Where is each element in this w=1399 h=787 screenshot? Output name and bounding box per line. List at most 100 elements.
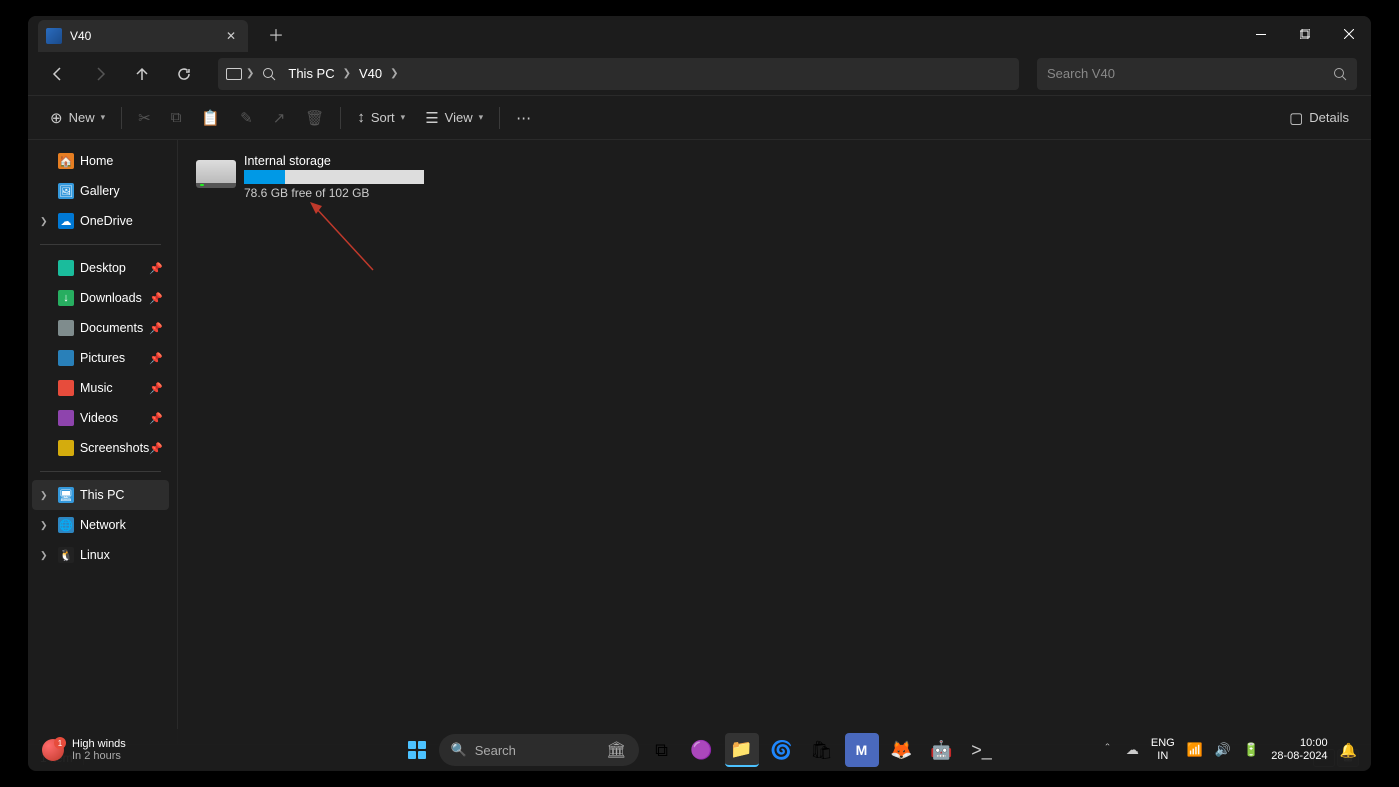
view-button[interactable]: ☰View▾ — [417, 102, 491, 134]
drive-free-text: 78.6 GB free of 102 GB — [244, 186, 448, 200]
breadcrumb-current[interactable]: V40 — [355, 64, 386, 83]
notifications-button[interactable]: 🔔 — [1340, 742, 1357, 759]
taskbar-terminal[interactable]: >_ — [965, 733, 999, 767]
copy-button[interactable]: ⧉ — [163, 102, 190, 134]
chevron-right-icon[interactable]: ❯ — [40, 520, 48, 531]
sidebar-item-videos[interactable]: Videos📌 — [32, 403, 169, 433]
sidebar-item-documents[interactable]: Documents📌 — [32, 313, 169, 343]
chevron-right-icon[interactable]: ❯ — [40, 490, 48, 501]
close-button[interactable] — [1327, 18, 1371, 50]
pin-icon: 📌 — [149, 442, 163, 455]
taskbar-search[interactable]: 🔍Search🏛 — [439, 734, 639, 766]
sidebar-item-onedrive[interactable]: ❯☁OneDrive — [32, 206, 169, 236]
new-button[interactable]: ⊕New▾ — [42, 102, 113, 134]
taskbar-explorer[interactable]: 📁 — [725, 733, 759, 767]
chevron-right-icon[interactable]: ❯ — [390, 68, 398, 79]
annotation-arrow — [308, 200, 388, 280]
sidebar-item-gallery[interactable]: 🖼Gallery — [32, 176, 169, 206]
weather-title: High winds — [72, 738, 126, 750]
cloud-icon: ☁ — [58, 213, 74, 229]
folder-icon — [58, 260, 74, 276]
paste-button[interactable]: 📋 — [193, 102, 228, 134]
share-icon: ↗ — [273, 109, 286, 127]
start-button[interactable] — [401, 734, 433, 766]
breadcrumb-this-pc[interactable]: This PC — [284, 64, 338, 83]
cut-icon: ✂ — [138, 109, 151, 127]
content-area[interactable]: Internal storage 78.6 GB free of 102 GB — [178, 140, 1371, 744]
details-pane-button[interactable]: ▢Details — [1281, 102, 1357, 134]
clock-button[interactable]: 10:0028-08-2024 — [1271, 737, 1327, 763]
weather-widget[interactable]: 1 High winds In 2 hours — [42, 738, 126, 762]
sort-icon: ↕ — [357, 109, 365, 126]
search-address-icon[interactable] — [258, 63, 280, 85]
weather-subtitle: In 2 hours — [72, 750, 126, 762]
sidebar-item-home[interactable]: 🏠Home — [32, 146, 169, 176]
drive-info: Internal storage 78.6 GB free of 102 GB — [244, 154, 448, 200]
sidebar-item-pictures[interactable]: Pictures📌 — [32, 343, 169, 373]
chevron-right-icon: ❯ — [246, 68, 254, 79]
taskbar-store[interactable]: 🛍 — [805, 733, 839, 767]
system-tray: ＾ ☁ ENGIN 📶 🔊 🔋 10:0028-08-2024 🔔 — [1101, 737, 1357, 763]
chevron-right-icon[interactable]: ❯ — [40, 550, 48, 561]
chevron-down-icon: ▾ — [401, 112, 406, 123]
window-controls — [1239, 18, 1371, 50]
sidebar-item-this-pc[interactable]: ❯🖥This PC — [32, 480, 169, 510]
refresh-button[interactable] — [168, 58, 200, 90]
nav-bar: ❯ This PC ❯ V40 ❯ — [28, 52, 1371, 96]
task-view-button[interactable]: ⧉ — [645, 733, 679, 767]
language-button[interactable]: ENGIN — [1151, 737, 1175, 763]
forward-button[interactable] — [84, 58, 116, 90]
sidebar: 🏠Home 🖼Gallery ❯☁OneDrive Desktop📌 ↓Down… — [28, 140, 178, 744]
sidebar-item-music[interactable]: Music📌 — [32, 373, 169, 403]
search-icon: 🔍 — [451, 742, 467, 758]
cut-button[interactable]: ✂ — [130, 102, 159, 134]
taskbar-edge[interactable]: 🌀 — [765, 733, 799, 767]
sidebar-item-network[interactable]: ❯🌐Network — [32, 510, 169, 540]
more-button[interactable]: ⋯ — [508, 102, 539, 134]
rename-icon: ✎ — [240, 109, 253, 127]
search-box[interactable] — [1037, 58, 1357, 90]
chevron-down-icon: ▾ — [101, 112, 106, 123]
view-icon: ☰ — [425, 109, 438, 127]
chevron-right-icon[interactable]: ❯ — [343, 68, 351, 79]
back-button[interactable] — [42, 58, 74, 90]
sidebar-item-downloads[interactable]: ↓Downloads📌 — [32, 283, 169, 313]
taskbar-firefox[interactable]: 🦊 — [885, 733, 919, 767]
search-input[interactable] — [1047, 66, 1333, 81]
rename-button[interactable]: ✎ — [232, 102, 261, 134]
minimize-button[interactable] — [1239, 18, 1283, 50]
copilot-button[interactable]: 🟣 — [685, 733, 719, 767]
tray-cloud-icon[interactable]: ☁ — [1126, 742, 1139, 758]
network-icon: 🌐 — [58, 517, 74, 533]
title-bar: V40 ✕ ＋ — [28, 16, 1371, 52]
tab-active[interactable]: V40 ✕ — [38, 20, 248, 52]
volume-icon[interactable]: 🔊 — [1215, 742, 1231, 758]
sidebar-item-desktop[interactable]: Desktop📌 — [32, 253, 169, 283]
search-icon[interactable] — [1333, 67, 1347, 81]
delete-button[interactable]: 🗑 — [297, 102, 332, 134]
tab-close-icon[interactable]: ✕ — [226, 29, 236, 43]
wifi-icon[interactable]: 📶 — [1187, 742, 1203, 758]
new-tab-button[interactable]: ＋ — [268, 22, 284, 46]
share-button[interactable]: ↗ — [265, 102, 294, 134]
sidebar-item-screenshots[interactable]: Screenshots📌 — [32, 433, 169, 463]
taskbar-app-m[interactable]: M — [845, 733, 879, 767]
taskbar: 1 High winds In 2 hours 🔍Search🏛 ⧉ 🟣 📁 🌀… — [28, 729, 1371, 771]
maximize-button[interactable] — [1283, 18, 1327, 50]
copy-icon: ⧉ — [171, 109, 182, 126]
drive-internal-storage[interactable]: Internal storage 78.6 GB free of 102 GB — [192, 150, 452, 204]
battery-icon[interactable]: 🔋 — [1243, 742, 1259, 758]
weather-badge: 1 — [54, 737, 66, 749]
sort-button[interactable]: ↕Sort▾ — [349, 102, 413, 134]
taskbar-app-robot[interactable]: 🤖 — [925, 733, 959, 767]
folder-icon — [58, 440, 74, 456]
address-bar[interactable]: ❯ This PC ❯ V40 ❯ — [218, 58, 1019, 90]
drive-used-fill — [244, 170, 285, 184]
sidebar-item-linux[interactable]: ❯🐧Linux — [32, 540, 169, 570]
pin-icon: 📌 — [149, 382, 163, 395]
chevron-right-icon[interactable]: ❯ — [40, 216, 48, 227]
home-icon: 🏠 — [58, 153, 74, 169]
up-button[interactable] — [126, 58, 158, 90]
plus-circle-icon: ⊕ — [50, 109, 63, 127]
tray-overflow-button[interactable]: ＾ — [1101, 741, 1114, 760]
